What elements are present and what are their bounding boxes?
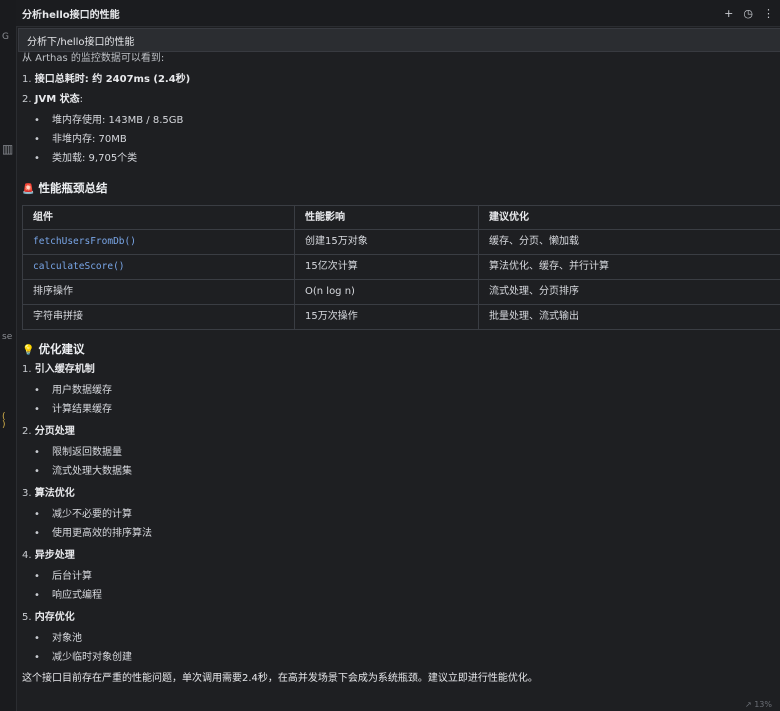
bottleneck-table: 组件 性能影响 建议优化 fetchUsersFromDb() 创建15万对象 … xyxy=(22,205,780,330)
metric-item: 1. 接口总耗时: 约 2407ms (2.4秒) xyxy=(22,74,191,85)
gutter-bar-icon: ▥ xyxy=(2,142,14,156)
summary-heading: 🚨 性能瓶颈总结 xyxy=(22,181,108,195)
list-item: 响应式编程 xyxy=(34,589,102,603)
table-cell: 算法优化、缓存、并行计算 xyxy=(478,255,780,279)
table-cell: 批量处理、流式输出 xyxy=(478,305,780,329)
intro-text: 从 Arthas 的监控数据可以看到: xyxy=(22,53,165,64)
assistant-response: 从 Arthas 的监控数据可以看到: 1. 接口总耗时: 约 2407ms (… xyxy=(22,52,780,711)
table-cell: 排序操作 xyxy=(22,280,294,304)
table-cell: calculateScore() xyxy=(22,255,294,279)
table-row: calculateScore() 15亿次计算 算法优化、缓存、并行计算 xyxy=(22,255,780,280)
table-cell: 字符串拼接 xyxy=(22,305,294,329)
siren-icon: 🚨 xyxy=(22,184,35,195)
list-item: 对象池 xyxy=(34,632,82,646)
metric-label: JVM 状态 xyxy=(34,94,80,105)
advice-heading: 💡 优化建议 xyxy=(22,342,85,356)
table-cell: O(n log n) xyxy=(294,280,478,304)
history-icon[interactable]: ◷ xyxy=(743,7,753,20)
table-header: 组件 xyxy=(22,206,294,229)
table-cell: 15万次操作 xyxy=(294,305,478,329)
advice-item: 1. 引入缓存机制 xyxy=(22,364,95,375)
advice-item: 3. 算法优化 xyxy=(22,488,75,499)
metric-label: 接口总耗时 xyxy=(34,74,85,85)
table-row: fetchUsersFromDb() 创建15万对象 缓存、分页、懒加载 xyxy=(22,230,780,255)
table-cell: 15亿次计算 xyxy=(294,255,478,279)
left-gutter: G ▥ se ( ) xyxy=(0,0,17,711)
list-item: 类加载: 9,705个类 xyxy=(34,152,137,166)
list-item: 非堆内存: 70MB xyxy=(34,133,127,147)
list-item: 减少不必要的计算 xyxy=(34,508,132,522)
table-cell: 创建15万对象 xyxy=(294,230,478,254)
list-item: 用户数据缓存 xyxy=(34,384,112,398)
list-item: 计算结果缓存 xyxy=(34,403,112,417)
status-indicator: ↗ 13% xyxy=(744,700,772,709)
table-header: 建议优化 xyxy=(478,206,780,229)
table-header-row: 组件 性能影响 建议优化 xyxy=(22,206,780,230)
table-cell: 缓存、分页、懒加载 xyxy=(478,230,780,254)
gutter-mark: G xyxy=(2,32,9,42)
list-item: 限制返回数据量 xyxy=(34,446,122,460)
table-row: 排序操作 O(n log n) 流式处理、分页排序 xyxy=(22,280,780,305)
chat-title-bar: 分析hello接口的性能 + ◷ ⋮ xyxy=(16,0,780,27)
list-item: 减少临时对象创建 xyxy=(34,651,132,665)
table-header: 性能影响 xyxy=(294,206,478,229)
metric-item: 2. JVM 状态: xyxy=(22,94,84,105)
table-row: 字符串拼接 15万次操作 批量处理、流式输出 xyxy=(22,305,780,330)
table-cell: 流式处理、分页排序 xyxy=(478,280,780,304)
list-item: 流式处理大数据集 xyxy=(34,465,132,479)
more-icon[interactable]: ⋮ xyxy=(763,7,774,20)
table-cell: fetchUsersFromDb() xyxy=(22,230,294,254)
new-chat-icon[interactable]: + xyxy=(724,7,733,20)
gutter-mark: ) xyxy=(2,420,6,430)
title-actions: + ◷ ⋮ xyxy=(724,7,780,20)
list-item: 堆内存使用: 143MB / 8.5GB xyxy=(34,114,183,128)
conclusion-text: 这个接口目前存在严重的性能问题，单次调用需要2.4秒，在高并发场景下会成为系统瓶… xyxy=(22,673,538,684)
user-query-text: 分析下/hello接口的性能 xyxy=(27,36,135,48)
lightbulb-icon: 💡 xyxy=(22,345,35,356)
metric-value: : 约 2407ms (2.4秒) xyxy=(84,74,191,85)
advice-item: 2. 分页处理 xyxy=(22,426,75,437)
gutter-mark: se xyxy=(2,332,13,342)
list-item: 后台计算 xyxy=(34,570,92,584)
list-item: 使用更高效的排序算法 xyxy=(34,527,152,541)
user-query: 分析下/hello接口的性能 xyxy=(18,28,780,52)
advice-item: 4. 异步处理 xyxy=(22,550,75,561)
chat-title: 分析hello接口的性能 xyxy=(22,9,120,21)
advice-item: 5. 内存优化 xyxy=(22,612,75,623)
